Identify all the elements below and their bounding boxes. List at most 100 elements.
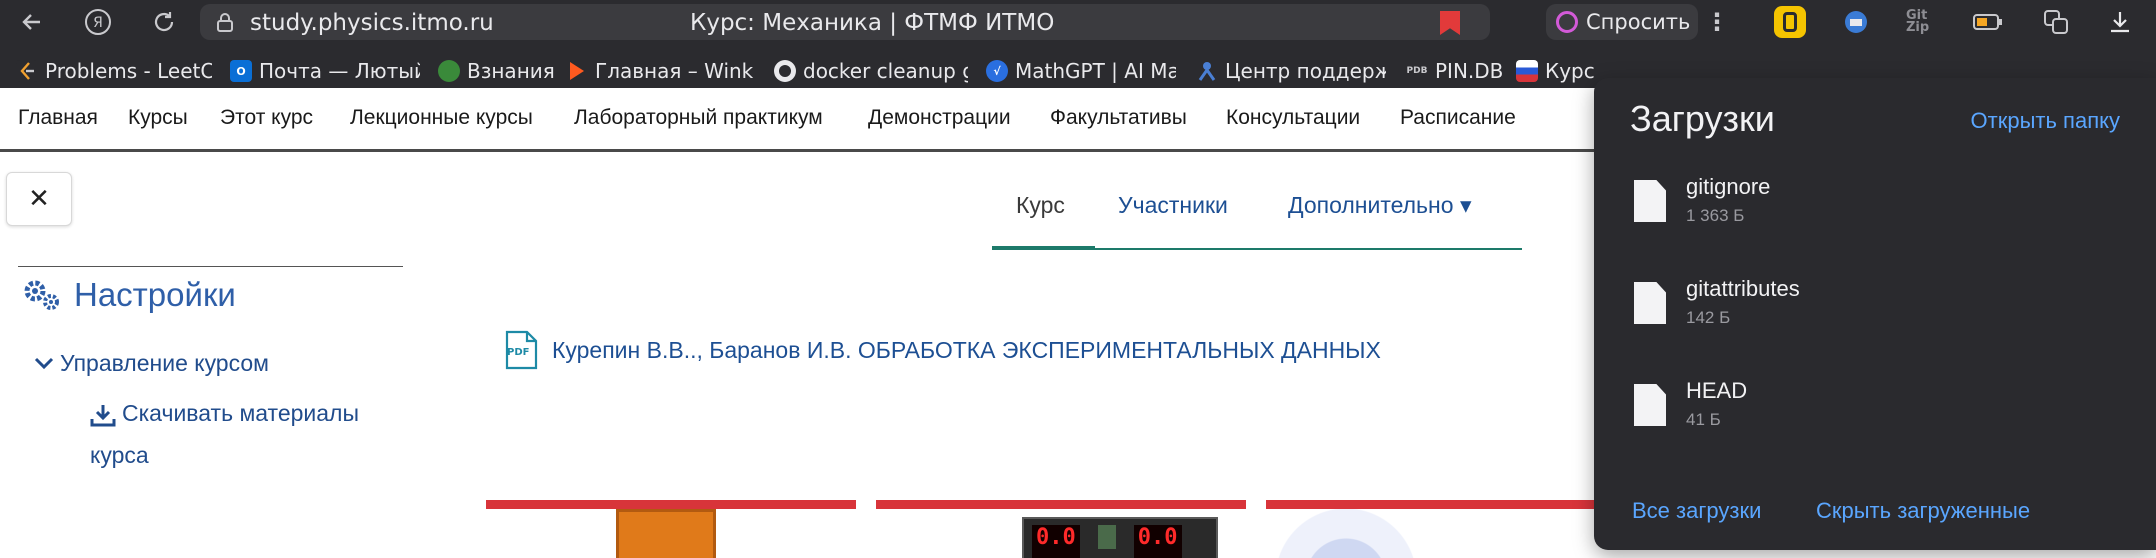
download-name: gitignore: [1686, 174, 1771, 199]
bookmark-support[interactable]: Центр поддержки: [1196, 57, 1386, 85]
bookmark-label: Problems - LeetCo: [45, 59, 212, 83]
tab-active-indicator: [992, 246, 1095, 250]
nav-schedule[interactable]: Расписание: [1400, 106, 1516, 130]
github-icon: [774, 60, 796, 82]
extension-shield-icon[interactable]: [1840, 6, 1872, 38]
close-icon: ✕: [28, 184, 50, 214]
downloads-title: Загрузки: [1630, 98, 1775, 139]
bookmark-label: Центр поддержки: [1225, 59, 1386, 83]
open-folder-link[interactable]: Открыть папку: [1971, 108, 2120, 134]
course-card[interactable]: 0.0 0.0: [876, 500, 1246, 558]
gitzip-icon[interactable]: Git Zip: [1906, 6, 1938, 38]
hide-downloaded-link[interactable]: Скрыть загруженные: [1816, 498, 2030, 524]
bookmark-label: MathGPT | AI Math: [1015, 59, 1176, 83]
file-icon: [1634, 180, 1666, 222]
address-bar[interactable]: study.physics.itmo.ru Курс: Механика | Ф…: [200, 4, 1490, 40]
ask-label: Спросить: [1586, 10, 1691, 34]
alice-icon: [1556, 11, 1578, 33]
bookmark-vznaniya[interactable]: Взнания: [438, 57, 556, 85]
nav-courses[interactable]: Курсы: [128, 106, 188, 130]
translate-icon[interactable]: [2040, 6, 2072, 38]
all-downloads-link[interactable]: Все загрузки: [1632, 498, 1761, 524]
tab-participants[interactable]: Участники: [1118, 192, 1228, 219]
download-item[interactable]: gitattributes 142 Б: [1634, 276, 2114, 336]
caret-down-icon: ▾: [1459, 192, 1472, 218]
course-card[interactable]: [1266, 500, 1606, 558]
downloads-icon[interactable]: [2104, 6, 2136, 38]
extension-yellow-icon[interactable]: [1774, 6, 1806, 38]
card-image: [1266, 509, 1606, 558]
bookmark-mail[interactable]: O Почта — Лютый Н: [230, 57, 420, 85]
lock-icon: [217, 13, 233, 32]
download-item[interactable]: gitignore 1 363 Б: [1634, 174, 2114, 234]
file-icon: [1634, 384, 1666, 426]
course-management-toggle[interactable]: Управление курсом: [34, 350, 269, 377]
nav-electives[interactable]: Факультативы: [1050, 106, 1187, 130]
bookmark-label: Главная – Wink –: [595, 59, 756, 83]
course-tabs: Курс Участники Дополнительно ▾: [992, 178, 1522, 250]
reload-icon[interactable]: [146, 4, 182, 40]
toolbar-gap: [0, 44, 2156, 54]
bookmark-mathgpt[interactable]: √ MathGPT | AI Math: [986, 57, 1176, 85]
globe-icon: [438, 60, 460, 82]
mathgpt-icon: √: [986, 60, 1008, 82]
page-title-text: Курс: Механика | ФТМФ ИТМО: [690, 10, 1055, 36]
card-image: 0.0 0.0: [1022, 517, 1218, 558]
indicator-icon: [1097, 525, 1116, 549]
outlook-icon: O: [230, 60, 252, 82]
browser-toolbar: Я study.physics.itmo.ru Курс: Механика |…: [0, 0, 2156, 44]
bookmark-label: Взнания: [467, 59, 555, 83]
course-management-label: Управление курсом: [60, 350, 269, 376]
yandex-home-icon[interactable]: Я: [80, 4, 116, 40]
nav-consultations[interactable]: Консультации: [1226, 106, 1360, 130]
nav-lecture-courses[interactable]: Лекционные курсы: [350, 106, 533, 130]
download-materials-link[interactable]: Скачивать материалы курса: [90, 392, 420, 476]
flag-icon: [1516, 60, 1538, 82]
nav-home[interactable]: Главная: [18, 106, 98, 130]
pdf-resource-link[interactable]: PDF Курепин В.В.., Баранов И.В. ОБРАБОТК…: [504, 330, 1381, 370]
ask-button[interactable]: Спросить: [1546, 4, 1698, 40]
bookmark-icon[interactable]: [1440, 11, 1460, 35]
pdf-badge: PDF: [507, 347, 530, 358]
downloads-panel: Загрузки Открыть папку gitignore 1 363 Б…: [1594, 78, 2156, 550]
bookmark-docker[interactable]: docker cleanup gu: [774, 57, 968, 85]
download-size: 142 Б: [1686, 308, 1731, 327]
download-name: gitattributes: [1686, 276, 1800, 301]
svg-text:Я: Я: [93, 15, 103, 31]
download-icon: [90, 404, 116, 427]
bookmark-wink[interactable]: Главная – Wink –: [566, 57, 756, 85]
tab-more[interactable]: Дополнительно ▾: [1288, 192, 1471, 219]
card-image: [616, 509, 716, 558]
download-item[interactable]: HEAD 41 Б: [1634, 378, 2114, 438]
more-menu-icon[interactable]: ⋮: [1705, 8, 1729, 36]
digit-display: 0.0: [1133, 525, 1182, 558]
bookmark-label: docker cleanup gu: [803, 59, 968, 83]
download-size: 41 Б: [1686, 410, 1721, 429]
nav-this-course[interactable]: Этот курс: [220, 106, 313, 130]
close-drawer-button[interactable]: ✕: [6, 172, 72, 226]
battery-icon[interactable]: [1972, 6, 2004, 38]
nav-demonstrations[interactable]: Демонстрации: [868, 106, 1011, 130]
tab-course[interactable]: Курс: [1016, 192, 1065, 219]
download-name: HEAD: [1686, 378, 1748, 403]
nav-lab-practicum[interactable]: Лабораторный практикум: [574, 106, 823, 130]
url-text: study.physics.itmo.ru: [250, 10, 494, 36]
settings-title: Настройки: [74, 276, 236, 313]
bookmark-label: Почта — Лютый Н: [259, 59, 420, 83]
person-icon: [1196, 60, 1218, 82]
file-icon: [1634, 282, 1666, 324]
download-materials-label: Скачивать материалы курса: [90, 400, 359, 468]
bookmark-course[interactable]: Курс: М: [1516, 57, 1596, 85]
pdb-icon: PDB: [1406, 66, 1428, 76]
course-card[interactable]: [486, 500, 856, 558]
wink-icon: [566, 60, 588, 82]
site-navigation: Главная Курсы Этот курс Лекционные курсы…: [0, 88, 1600, 152]
bookmark-label: PIN.DB: [1435, 59, 1504, 83]
download-size: 1 363 Б: [1686, 206, 1745, 225]
gears-icon: [24, 280, 59, 310]
digit-display: 0.0: [1032, 525, 1080, 558]
leetcode-icon: [16, 60, 38, 82]
bookmark-pindb[interactable]: PDB PIN.DB: [1406, 57, 1526, 85]
back-icon[interactable]: [14, 4, 50, 40]
bookmark-leetcode[interactable]: Problems - LeetCo: [16, 57, 212, 85]
